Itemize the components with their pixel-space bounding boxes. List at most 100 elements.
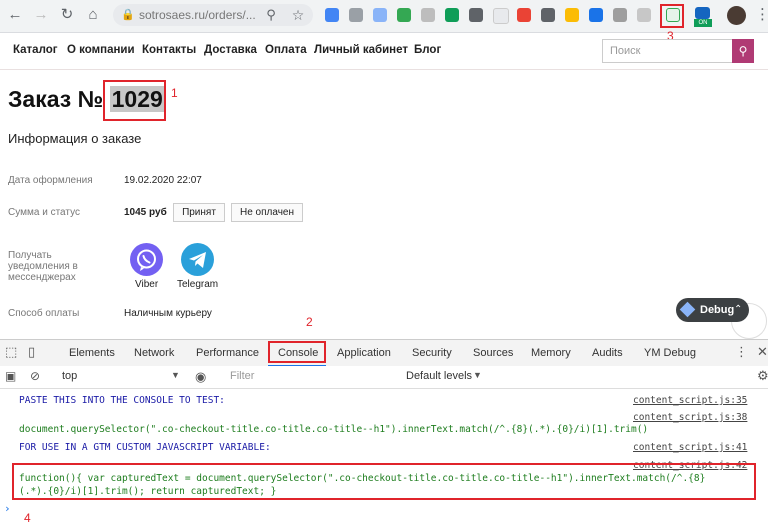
nav-link-payment[interactable]: Оплата [265,44,307,56]
extension-icon[interactable] [325,8,339,22]
date-value: 19.02.2020 22:07 [124,175,202,186]
star-icon[interactable]: ☆ [289,6,307,24]
lock-icon: 🔒 [121,9,135,21]
source-link[interactable]: content_script.js:35 [633,395,747,406]
telegram-icon [189,252,206,268]
extension-icon[interactable] [469,8,483,22]
sidebar-toggle-icon[interactable]: ▣ [5,369,16,383]
console-line: document.querySelector(".co-checkout-tit… [19,424,649,435]
payment-label: Способ оплаты [8,308,80,319]
notify-label-line2: уведомления в [8,261,78,272]
tab-application[interactable]: Application [337,347,391,359]
source-link[interactable]: content_script.js:41 [633,442,747,453]
more-icon[interactable]: ⋮ [735,344,748,360]
forward-icon[interactable]: → [32,6,50,24]
tab-sources[interactable]: Sources [473,347,513,359]
search-input[interactable]: Поиск [602,39,732,63]
viber-label: Viber [135,279,159,290]
menu-icon[interactable]: ⋮ [755,5,768,23]
payment-value: Наличным курьеру [124,308,212,319]
tab-memory[interactable]: Memory [531,347,571,359]
console-prompt[interactable]: › [4,502,11,515]
url-text: sotrosaes.ru/orders/... [139,8,256,22]
console-line: FOR USE IN A GTM CUSTOM JAVASCRIPT VARIA… [19,442,271,453]
debug-label: Debug [700,304,735,316]
reload-icon[interactable]: ↻ [58,6,76,24]
nav-link-blog[interactable]: Блог [414,44,441,56]
status-accepted-badge: Принят [173,203,225,222]
extension-icon[interactable] [613,8,627,22]
tab-ym-debug[interactable]: YM Debug [644,347,696,359]
nav-link-contacts[interactable]: Контакты [142,44,196,56]
nav-link-about[interactable]: О компании [67,44,135,56]
filter-input[interactable]: Filter [230,370,254,382]
status-unpaid-badge: Не оплачен [231,203,303,222]
order-info-heading: Информация о заказе [8,131,142,146]
console-line: PASTE THIS INTO THE CONSOLE TO TEST: [19,395,225,406]
extension-icon[interactable] [397,8,411,22]
search-button[interactable]: ⚲ [732,39,754,63]
zoom-icon[interactable]: ⚲ [262,6,280,24]
tab-network[interactable]: Network [134,347,174,359]
extension-on-badge: ON [694,19,712,27]
extension-icon[interactable] [493,8,509,24]
extension-icon[interactable] [517,8,531,22]
search-icon: ⚲ [738,44,748,58]
address-bar[interactable]: 🔒 sotrosaes.ru/orders/... [113,4,313,26]
extension-icon[interactable] [637,8,651,22]
order-title-prefix: Заказ № [8,86,104,112]
annotation-label-1: 1 [171,86,178,100]
nav-link-delivery[interactable]: Доставка [204,44,257,56]
annotation-box-1 [103,80,166,121]
notify-label-line1: Получать [8,250,52,261]
notify-label-line3: мессенджерах [8,272,76,283]
chevron-up-icon: ⌃ [734,304,743,315]
extension-icon[interactable] [565,8,579,22]
avatar[interactable] [727,6,746,25]
sum-value: 1045 руб [124,207,167,218]
chevron-down-icon[interactable]: ▼ [171,370,180,380]
viber-icon [137,249,156,271]
nav-link-catalog[interactable]: Каталог [13,44,58,56]
gear-icon[interactable]: ⚙ [757,368,768,384]
back-icon[interactable]: ← [6,6,24,24]
chevron-down-icon[interactable]: ▼ [473,370,482,380]
tab-performance[interactable]: Performance [196,347,259,359]
debug-badge[interactable]: Debug ⌃ [676,298,749,322]
eye-icon[interactable]: ◉ [195,369,206,385]
source-link[interactable]: content_script.js:38 [633,412,747,423]
extension-icon[interactable] [349,8,363,22]
extension-icon[interactable] [373,8,387,22]
extension-icon[interactable] [445,8,459,22]
extension-icon[interactable] [421,8,435,22]
gtm-diamond-icon [679,301,696,318]
sum-label: Сумма и статус [8,207,80,218]
tab-audits[interactable]: Audits [592,347,623,359]
site-navigation: Каталог О компании Контакты Доставка Опл… [0,33,768,70]
console-toolbar: ▣ ⊘ top ▼ ◉ Filter Default levels ▼ ⚙ [0,366,768,389]
console-output: PASTE THIS INTO THE CONSOLE TO TEST: con… [0,389,768,529]
log-levels-dropdown[interactable]: Default levels [406,370,472,382]
extension-icon[interactable] [695,7,710,19]
nav-link-account[interactable]: Личный кабинет [314,44,408,56]
home-icon[interactable]: ⌂ [84,6,102,24]
tab-security[interactable]: Security [412,347,452,359]
extension-icon[interactable] [541,8,555,22]
annotation-label-2: 2 [306,315,313,329]
devtools-tab-bar: ⬚ ▯ Elements Network Performance Console… [0,339,768,368]
extension-icon[interactable] [589,8,603,22]
annotation-box-4 [12,463,756,500]
viber-button[interactable] [130,243,163,276]
close-icon[interactable]: ✕ [757,344,768,360]
date-label: Дата оформления [8,175,93,186]
inspect-icon[interactable]: ⬚ [5,344,17,360]
telegram-label: Telegram [177,279,219,290]
context-select[interactable]: top [62,370,77,382]
annotation-box-2 [268,341,326,363]
device-toggle-icon[interactable]: ▯ [28,344,35,360]
tab-elements[interactable]: Elements [69,347,115,359]
annotation-label-4: 4 [24,511,31,525]
annotation-box-3 [660,4,684,28]
telegram-button[interactable] [181,243,214,276]
clear-console-icon[interactable]: ⊘ [30,369,40,383]
